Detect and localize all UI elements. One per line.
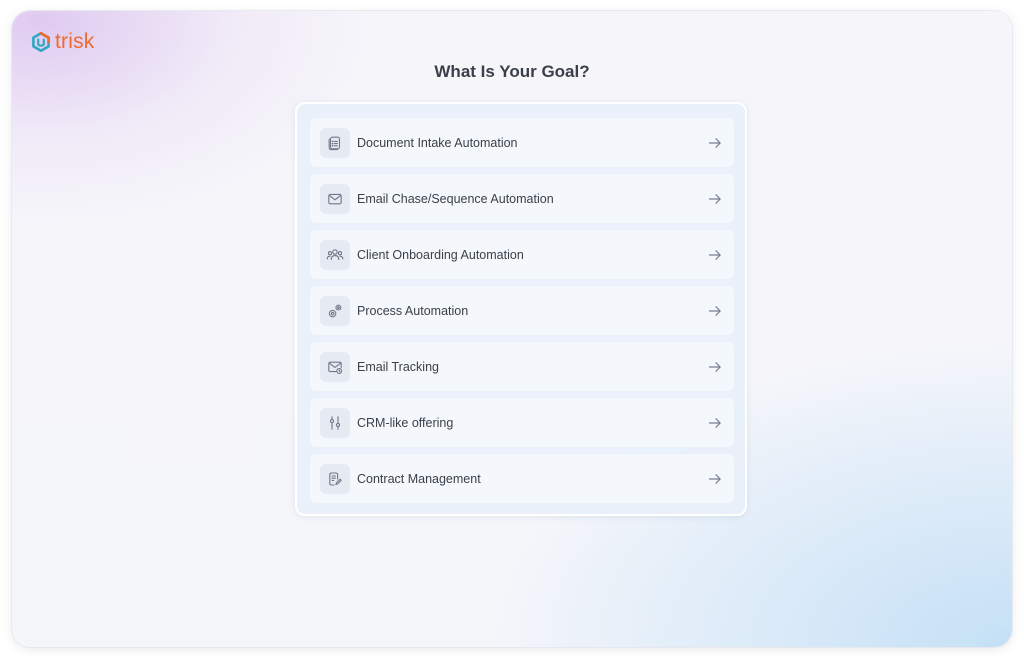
goal-option-label: Email Tracking (357, 359, 439, 374)
goal-option-email-tracking[interactable]: Email Tracking (310, 342, 734, 391)
goal-option-label: Document Intake Automation (357, 135, 518, 150)
envelope-clock-icon (320, 351, 350, 382)
arrow-right-icon (708, 136, 722, 150)
users-icon (320, 239, 350, 270)
goal-option-crm-offering[interactable]: CRM-like offering (310, 398, 734, 447)
arrow-right-icon (708, 416, 722, 430)
brand-logo[interactable]: trisk (30, 31, 95, 53)
goal-option-label: Process Automation (357, 303, 469, 318)
arrow-right-icon (708, 304, 722, 318)
goal-option-document-intake[interactable]: Document Intake Automation (310, 118, 734, 167)
brand-name: trisk (55, 30, 95, 53)
app-window: trisk What Is Your Goal? Document Intake… (12, 11, 1012, 647)
goal-options-panel: Document Intake Automation Email Chase/S… (295, 102, 747, 516)
arrow-right-icon (708, 360, 722, 374)
trisk-logo-icon (30, 31, 52, 53)
goal-option-label: Client Onboarding Automation (357, 247, 524, 262)
goal-option-contract-management[interactable]: Contract Management (310, 454, 734, 503)
document-icon (320, 127, 350, 158)
goal-option-label: Contract Management (357, 471, 481, 486)
goal-option-process-automation[interactable]: Process Automation (310, 286, 734, 335)
contract-icon (320, 463, 350, 494)
arrow-right-icon (708, 248, 722, 262)
page-title: What Is Your Goal? (434, 62, 590, 81)
gears-icon (320, 295, 350, 326)
arrow-right-icon (708, 192, 722, 206)
arrow-right-icon (708, 472, 722, 486)
goal-option-label: CRM-like offering (357, 415, 454, 430)
envelope-icon (320, 183, 350, 214)
sliders-icon (320, 407, 350, 438)
goal-option-client-onboarding[interactable]: Client Onboarding Automation (310, 230, 734, 279)
goal-option-label: Email Chase/Sequence Automation (357, 191, 554, 206)
goal-option-email-chase[interactable]: Email Chase/Sequence Automation (310, 174, 734, 223)
